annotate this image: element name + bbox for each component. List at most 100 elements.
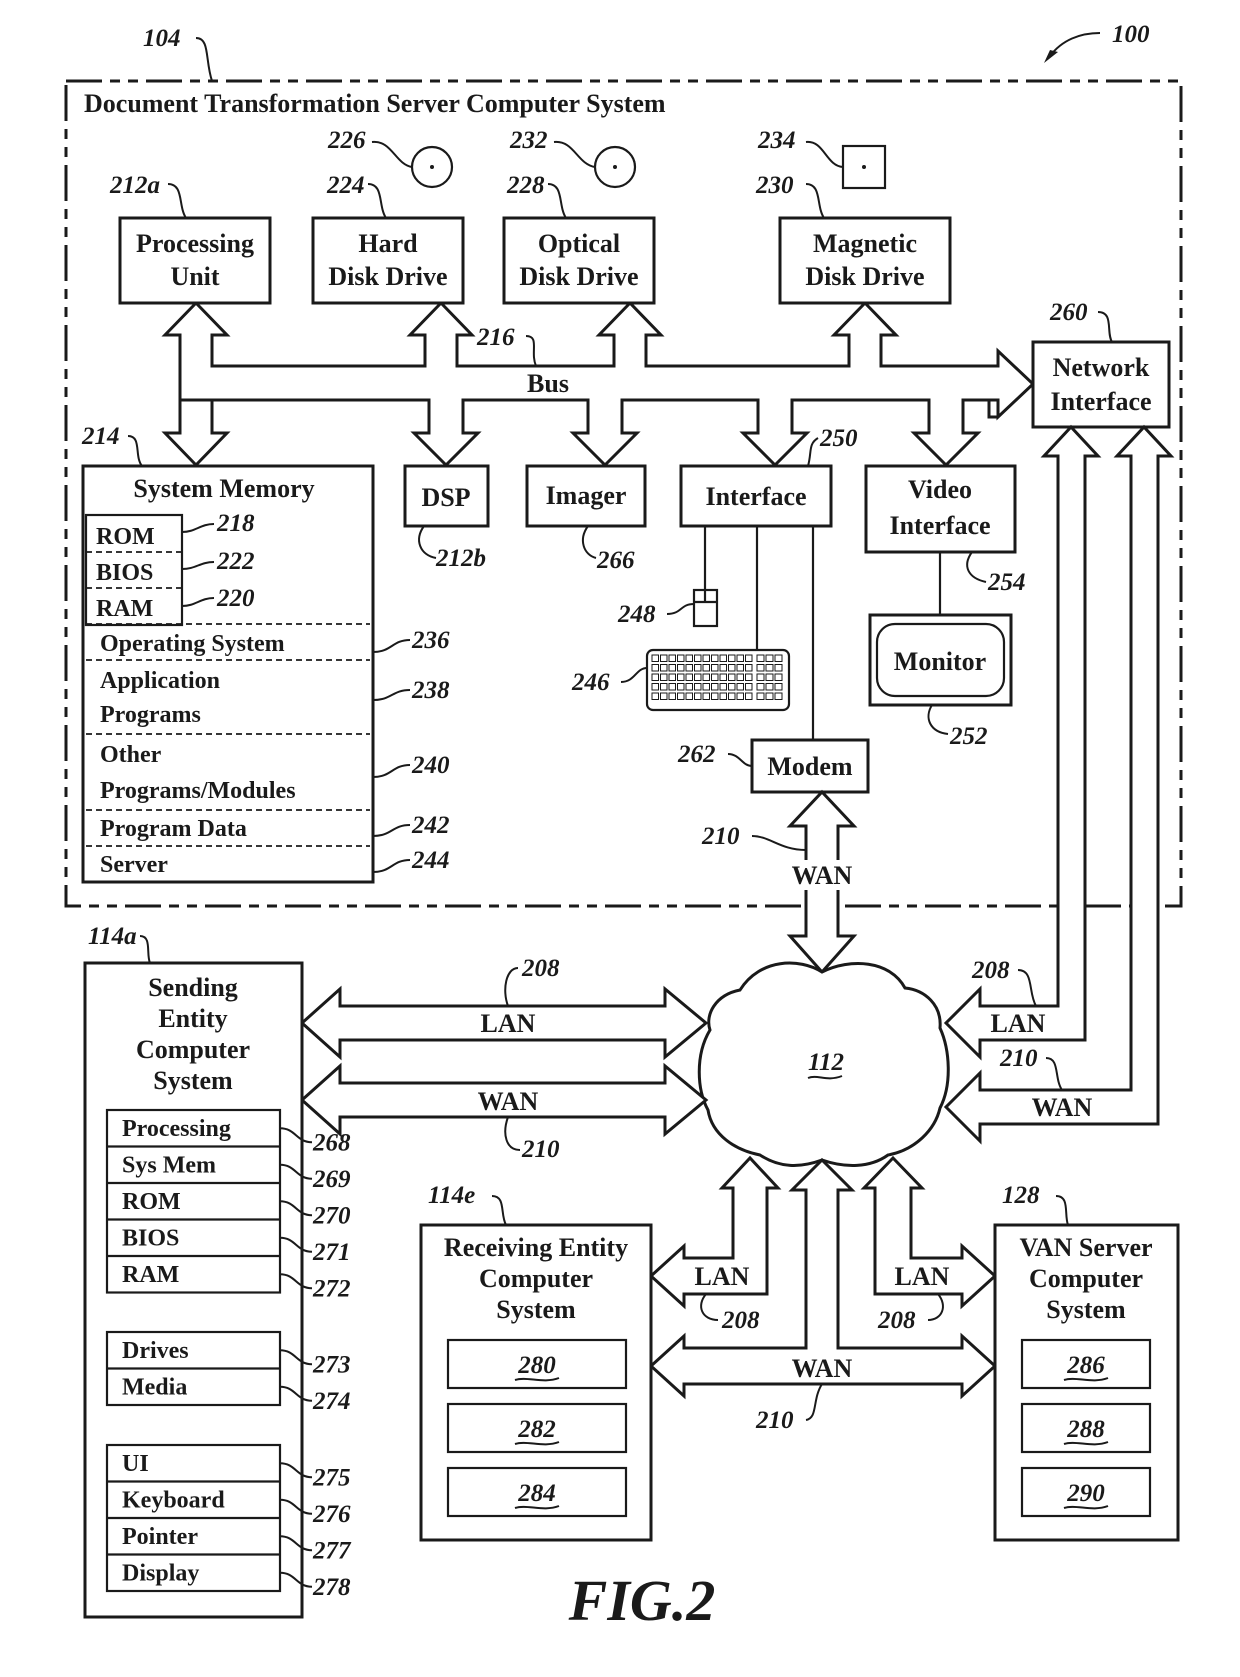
keyboard-key (685, 673, 693, 681)
sending-title-2: Entity (158, 1004, 227, 1033)
keyboard-key (774, 683, 783, 691)
os-leader (372, 639, 411, 653)
keyboard-key (765, 673, 774, 681)
keyboard-key (668, 673, 676, 681)
keyboard-key (765, 692, 774, 700)
processing-unit-label-1: Processing (136, 229, 254, 258)
ram-ref: 220 (216, 585, 255, 612)
ni-wan-label: WAN (1032, 1093, 1093, 1122)
keyboard-key (736, 664, 744, 672)
magnetic-disk-leader (805, 183, 825, 219)
processing-unit-box: Processing Unit (118, 216, 272, 305)
memory-row-other-1: Other (100, 742, 162, 768)
keyboard-key (660, 683, 668, 691)
optical-disk-media-ref: 232 (509, 127, 548, 154)
modem-leader (727, 753, 753, 767)
sending-entity-leader (139, 935, 151, 964)
modem-ref: 262 (677, 741, 716, 768)
van-server-leader (1055, 1195, 1069, 1226)
sending-entity-ref: 114a (88, 923, 137, 950)
processing-unit-label-2: Unit (170, 262, 219, 291)
keyboard-key (702, 654, 710, 662)
dsp-ref: 212b (435, 545, 486, 572)
data-ref: 242 (411, 812, 450, 839)
keyboard-key (719, 664, 727, 672)
keyboard-key (694, 664, 702, 672)
interface-label: Interface (705, 482, 806, 511)
video-interface-label-1: Video (908, 475, 972, 504)
memory-row-apps-2: Programs (100, 702, 201, 728)
van-lan-leader (927, 1293, 944, 1321)
keyboard-key (728, 692, 736, 700)
memory-rom-label: ROM (96, 524, 155, 550)
monitor-label: Monitor (894, 647, 986, 676)
ni-lan-ref: 208 (971, 957, 1010, 984)
keyboard-key (711, 654, 719, 662)
video-interface-leader (966, 551, 987, 583)
receiving-entity-leader (491, 1195, 507, 1226)
keyboard-key (756, 664, 765, 672)
memory-row-other-2: Programs/Modules (100, 778, 296, 804)
optical-disk-drive-box: Optical Disk Drive (502, 216, 656, 305)
sending-row-ref: 268 (312, 1129, 351, 1156)
keyboard-key (694, 692, 702, 700)
van-server-box: VAN Server Computer System 286 288 290 (993, 1223, 1180, 1542)
magnetic-disk-media-leader (805, 140, 844, 168)
van-title-2: Computer (1029, 1264, 1143, 1293)
memory-row-data: Program Data (100, 816, 247, 842)
modem-wan-leader (751, 835, 807, 851)
imager-label: Imager (546, 481, 627, 510)
keyboard-key (668, 692, 676, 700)
modem-label: Modem (767, 752, 853, 781)
sending-entity-box: Sending Entity Computer System Processin… (83, 961, 304, 1619)
keyboard-key (728, 673, 736, 681)
keyboard-key (651, 664, 659, 672)
keyboard-key (660, 673, 668, 681)
modem-box: Modem (750, 738, 870, 794)
keyboard-key (728, 654, 736, 662)
keyboard-key (736, 673, 744, 681)
sending-row-ref: 273 (312, 1351, 351, 1378)
interface-box: Interface (679, 464, 833, 528)
network-interface-leader (1097, 311, 1113, 343)
network-interface-label-1: Network (1053, 353, 1150, 382)
bios-ref: 222 (216, 548, 255, 575)
memory-bios-label: BIOS (96, 560, 153, 586)
sending-row-label: Pointer (122, 1524, 198, 1550)
keyboard-key (719, 683, 727, 691)
magnetic-disk-media-center (862, 165, 866, 169)
keyboard-key (702, 683, 710, 691)
keyboard-key (685, 664, 693, 672)
keyboard-key (694, 654, 702, 662)
keyboard-leader (620, 667, 648, 683)
keyboard-key (694, 673, 702, 681)
sending-title-3: Computer (136, 1035, 250, 1064)
keyboard-icon (645, 648, 791, 712)
system-memory-leader (127, 435, 143, 467)
keyboard-key (702, 692, 710, 700)
dsp-box: DSP (403, 464, 490, 528)
bus-junction-fill (183, 368, 210, 398)
keyboard-key (694, 683, 702, 691)
sending-row-ref: 272 (312, 1275, 351, 1302)
sending-row-label: Media (122, 1375, 187, 1401)
video-interface-label-2: Interface (889, 511, 990, 540)
diagram-geometry: 216 Bus Processing Unit 212a Hard Disk D… (81, 127, 1180, 1633)
magnetic-disk-label-1: Magnetic (813, 229, 917, 258)
interface-ref: 250 (819, 425, 858, 452)
receiving-van-wan-ref: 210 (755, 1407, 794, 1434)
processing-unit-ref: 212a (109, 172, 160, 199)
keyboard-key (745, 692, 753, 700)
magnetic-disk-ref: 230 (755, 172, 794, 199)
sending-row-label: BIOS (122, 1226, 179, 1252)
hard-disk-media-ref: 226 (327, 127, 366, 154)
optical-disk-label-2: Disk Drive (519, 262, 638, 291)
keyboard-key (677, 664, 685, 672)
sending-row-label: Display (122, 1561, 199, 1587)
keyboard-key (711, 683, 719, 691)
memory-row-apps-1: Application (100, 668, 220, 694)
keyboard-key (728, 683, 736, 691)
imager-ref: 266 (596, 547, 635, 574)
other-leader (372, 764, 411, 778)
hard-disk-ref: 224 (326, 172, 365, 199)
